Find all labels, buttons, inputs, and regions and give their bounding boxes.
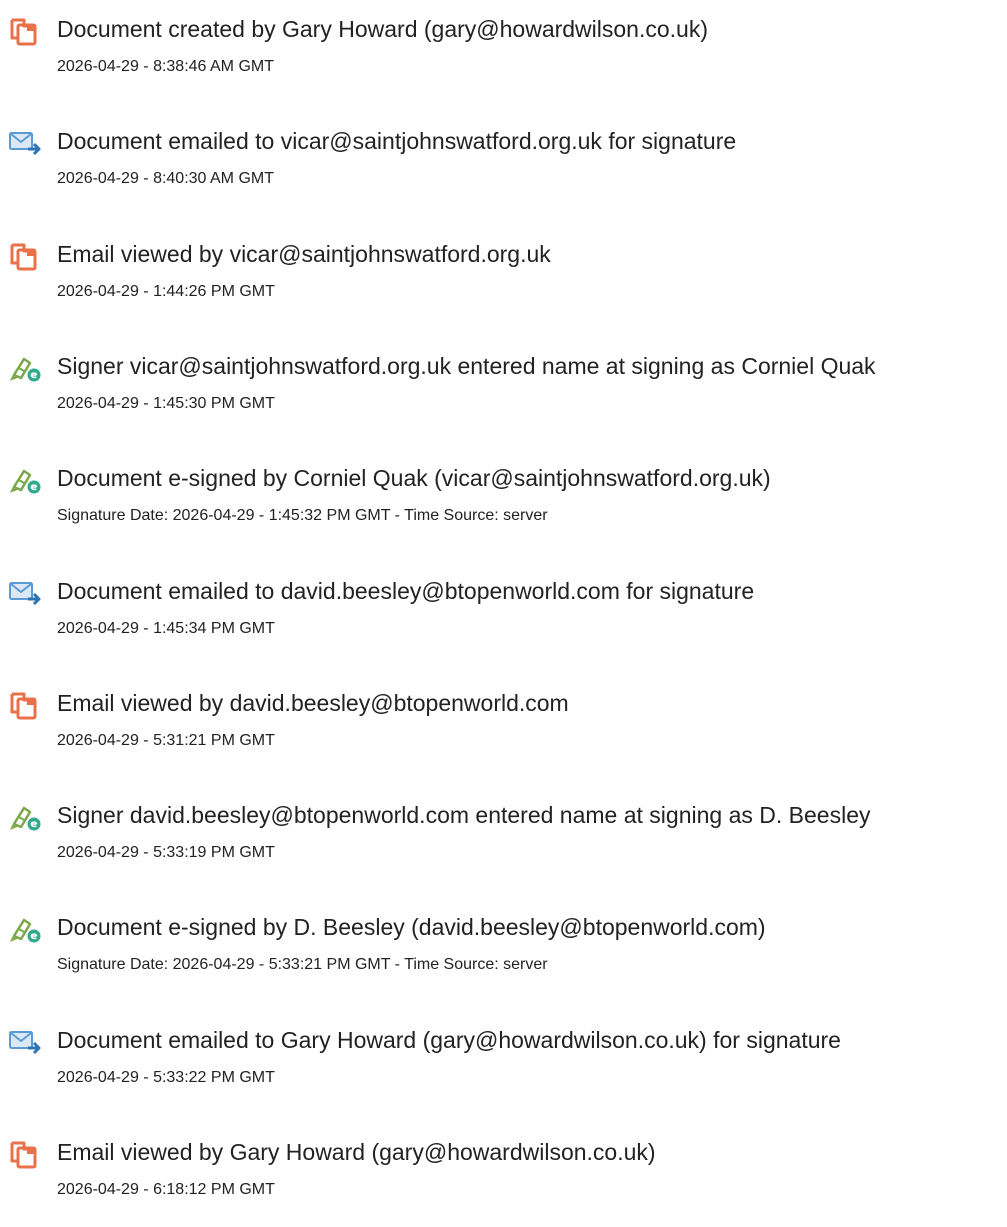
audit-event: Email viewed by david.beesley@btopenworl… xyxy=(0,678,1007,778)
event-timestamp: 2026-04-29 - 8:40:30 AM GMT xyxy=(57,170,274,188)
event-timestamp: 2026-04-29 - 8:38:46 AM GMT xyxy=(57,58,274,75)
audit-event: Email viewed by Gary Howard (gary@howard… xyxy=(0,1127,1007,1227)
document-icon xyxy=(8,16,42,46)
email-send-icon xyxy=(8,578,42,608)
event-title: Email viewed by david.beesley@btopenworl… xyxy=(57,689,569,716)
event-timestamp: 2026-04-29 - 5:33:19 PM GMT xyxy=(57,844,275,862)
email-send-icon xyxy=(8,1027,42,1057)
audit-event: Document created by Gary Howard (gary@ho… xyxy=(0,4,1007,104)
event-title: Signer david.beesley@btopenworld.com ent… xyxy=(57,802,871,829)
audit-event: Document e-signed by Corniel Quak (vicar… xyxy=(0,453,1007,553)
audit-event: Document emailed to david.beesley@btopen… xyxy=(0,566,1007,666)
event-timestamp: 2026-04-29 - 5:33:22 PM GMT xyxy=(57,1068,275,1086)
audit-event: Document emailed to Gary Howard (gary@ho… xyxy=(0,1015,1007,1115)
event-title: Document emailed to vicar@saintjohnswatf… xyxy=(57,128,737,155)
event-title: Email viewed by vicar@saintjohnswatford.… xyxy=(57,240,551,267)
event-timestamp: Signature Date: 2026-04-29 - 1:45:32 PM … xyxy=(57,507,548,525)
pen-sign-icon xyxy=(8,802,42,832)
audit-event: Signer vicar@saintjohnswatford.org.uk en… xyxy=(0,341,1007,441)
event-title: Signer vicar@saintjohnswatford.org.uk en… xyxy=(57,352,876,379)
event-title: Document emailed to david.beesley@btopen… xyxy=(57,577,755,604)
event-title: Document e-signed by Corniel Quak (vicar… xyxy=(57,465,771,492)
event-title: Document created by Gary Howard (gary@ho… xyxy=(57,16,708,42)
event-title: Email viewed by Gary Howard (gary@howard… xyxy=(57,1139,656,1165)
event-timestamp: 2026-04-29 - 1:45:30 PM GMT xyxy=(57,394,275,412)
event-timestamp: 2026-04-29 - 1:45:34 PM GMT xyxy=(57,619,275,637)
document-icon xyxy=(8,1139,42,1169)
event-title: Document emailed to Gary Howard (gary@ho… xyxy=(57,1026,841,1053)
event-timestamp: 2026-04-29 - 1:44:26 PM GMT xyxy=(57,282,275,300)
email-send-icon xyxy=(8,128,42,158)
audit-event: Document e-signed by D. Beesley (david.b… xyxy=(0,902,1007,1002)
event-title: Document e-signed by D. Beesley (david.b… xyxy=(57,914,766,941)
pen-sign-icon xyxy=(8,353,42,383)
event-timestamp: Signature Date: 2026-04-29 - 5:33:21 PM … xyxy=(57,956,548,974)
pen-sign-icon xyxy=(8,914,42,944)
audit-event: Email viewed by vicar@saintjohnswatford.… xyxy=(0,229,1007,329)
audit-event: Signer david.beesley@btopenworld.com ent… xyxy=(0,790,1007,890)
event-timestamp: 2026-04-29 - 6:18:12 PM GMT xyxy=(57,1181,275,1198)
document-icon xyxy=(8,690,42,720)
document-icon xyxy=(8,241,42,271)
pen-sign-icon xyxy=(8,465,42,495)
event-timestamp: 2026-04-29 - 5:31:21 PM GMT xyxy=(57,731,275,749)
audit-event: Document emailed to vicar@saintjohnswatf… xyxy=(0,116,1007,216)
